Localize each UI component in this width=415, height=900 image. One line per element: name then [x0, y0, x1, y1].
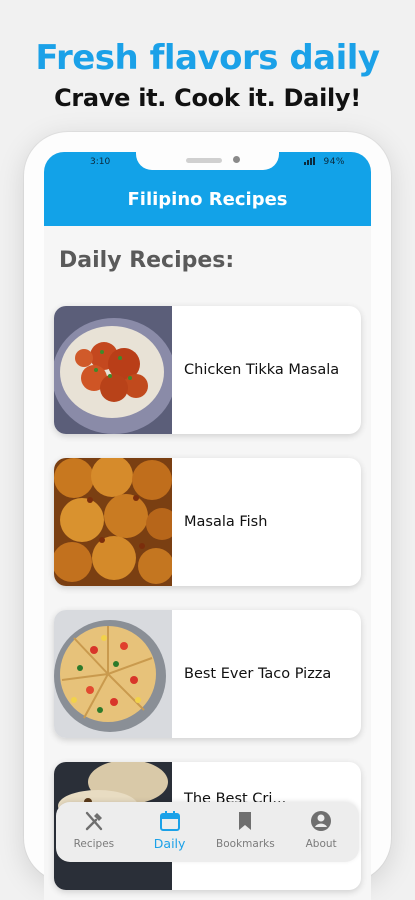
battery-percentage: 94%	[323, 157, 345, 167]
nav-item-about[interactable]: About	[283, 802, 359, 862]
promo-subline: Crave it. Cook it. Daily!	[54, 84, 361, 112]
nav-item-bookmarks[interactable]: Bookmarks	[208, 802, 284, 862]
nav-label: About	[305, 838, 337, 850]
utensils-icon	[85, 811, 103, 831]
app-screen: 3:10 94% Filipino Recipes Daily Recipes:	[44, 152, 371, 900]
front-camera-icon	[233, 156, 240, 163]
recipe-card[interactable]: Masala Fish	[54, 458, 361, 586]
calendar-icon	[159, 811, 180, 831]
pizza-image	[54, 610, 172, 738]
recipe-card[interactable]: Best Ever Taco Pizza	[54, 610, 361, 738]
bookmark-icon	[239, 812, 252, 830]
curry-dish-image	[54, 306, 172, 434]
recipe-title: Masala Fish	[184, 514, 268, 530]
recipe-title: Chicken Tikka Masala	[184, 362, 340, 378]
app-bar-title: Filipino Recipes	[44, 174, 371, 226]
fried-fish-image	[54, 458, 172, 586]
account-icon	[311, 811, 332, 831]
section-title: Daily Recipes:	[59, 248, 235, 273]
nav-label: Daily	[153, 836, 186, 851]
promo-headline: Fresh flavors daily	[35, 38, 380, 78]
recipe-card[interactable]: Chicken Tikka Masala	[54, 306, 361, 434]
nav-item-daily[interactable]: Daily	[132, 802, 208, 862]
phone-notch	[136, 152, 279, 170]
signal-icon	[304, 157, 316, 165]
nav-label: Bookmarks	[216, 838, 275, 850]
speaker-grille	[186, 158, 222, 163]
nav-label: Recipes	[73, 838, 115, 850]
bottom-navigation: Recipes Daily Bookmarks About	[56, 802, 359, 862]
status-time: 3:10	[90, 157, 111, 167]
recipe-title: Best Ever Taco Pizza	[184, 666, 332, 682]
status-indicators: 94%	[304, 157, 345, 167]
status-bar: 3:10 94%	[44, 152, 371, 174]
nav-item-recipes[interactable]: Recipes	[56, 802, 132, 862]
